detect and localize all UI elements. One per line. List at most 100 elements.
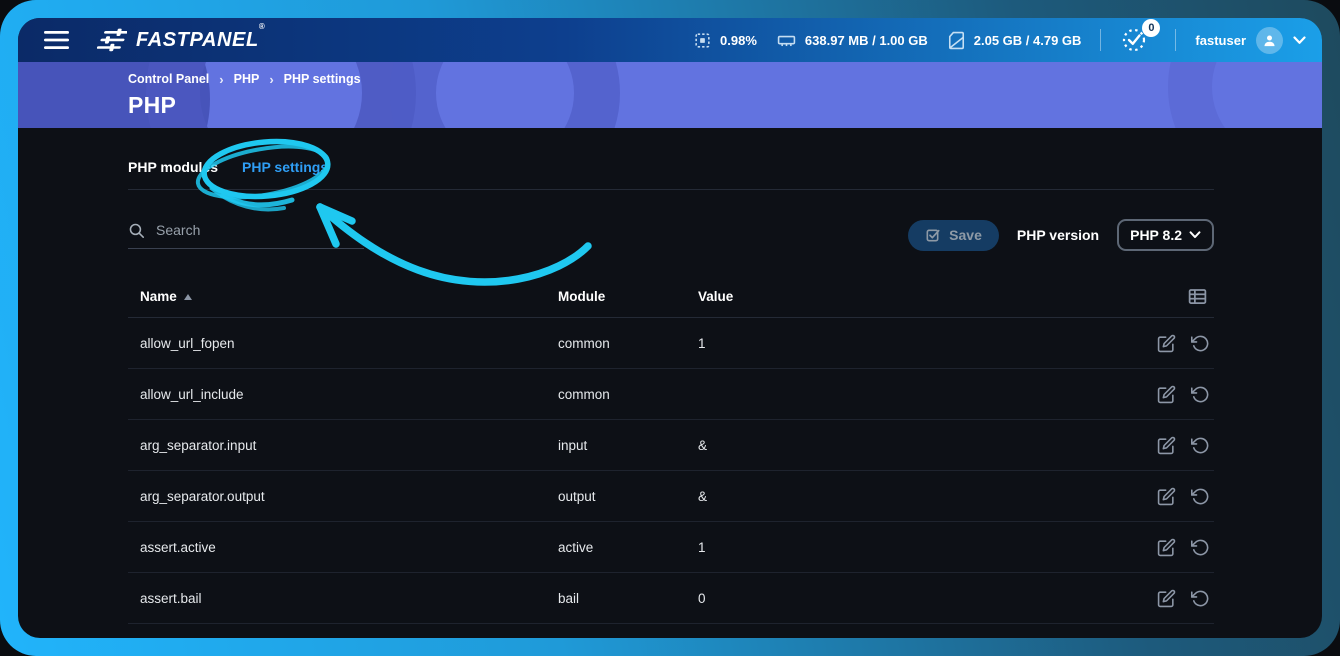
edit-icon: [1157, 487, 1176, 506]
disk-stat: 2.05 GB / 4.79 GB: [947, 31, 1082, 50]
table-row: allow_url_fopen common 1: [128, 318, 1214, 369]
disk-icon: [947, 31, 966, 50]
username: fastuser: [1195, 33, 1246, 48]
breadcrumb-php-settings: PHP settings: [284, 72, 361, 86]
decorative-circle: [390, 62, 620, 128]
table-columns-button[interactable]: [1122, 286, 1214, 307]
reset-button[interactable]: [1191, 385, 1210, 404]
edit-button[interactable]: [1157, 538, 1176, 557]
breadcrumb: Control Panel › PHP › PHP settings: [128, 72, 361, 87]
setting-value: &: [698, 489, 1122, 504]
tabs-divider: [128, 189, 1214, 190]
tab-php-modules[interactable]: PHP modules: [128, 159, 218, 179]
page-title: PHP: [128, 92, 361, 119]
breadcrumb-separator: ›: [269, 72, 273, 87]
tabs: PHP modules PHP settings: [128, 159, 1214, 179]
edit-icon: [1157, 385, 1176, 404]
user-menu[interactable]: fastuser: [1195, 27, 1306, 54]
breadcrumb-php[interactable]: PHP: [234, 72, 260, 86]
setting-module: active: [558, 540, 698, 555]
sort-asc-icon: [184, 294, 192, 300]
screenshot-frame: FASTPANEL® 0.98% 638.97 MB / 1.00 GB 2.0…: [0, 0, 1340, 656]
edit-button[interactable]: [1157, 487, 1176, 506]
cpu-icon: [693, 31, 712, 50]
decorative-circle: [1168, 62, 1322, 128]
search-field[interactable]: [128, 222, 364, 249]
table-row: assert.bail bail 0: [128, 573, 1214, 624]
php-version-select[interactable]: PHP 8.2: [1117, 219, 1214, 251]
edit-button[interactable]: [1157, 436, 1176, 455]
toolbar-right: Save PHP version PHP 8.2: [908, 219, 1214, 251]
reset-button[interactable]: [1191, 487, 1210, 506]
cpu-value: 0.98%: [720, 33, 757, 48]
search-icon: [128, 222, 145, 239]
setting-name: allow_url_include: [128, 387, 558, 402]
table-row: arg_separator.input input &: [128, 420, 1214, 471]
page-header-band: Control Panel › PHP › PHP settings PHP: [18, 62, 1322, 128]
tasks-badge: 0: [1142, 19, 1160, 37]
setting-module: output: [558, 489, 698, 504]
table-row: arg_separator.output output &: [128, 471, 1214, 522]
table-row: allow_url_include common: [128, 369, 1214, 420]
reset-button[interactable]: [1191, 334, 1210, 353]
save-check-icon: [925, 227, 941, 243]
reset-icon: [1191, 589, 1210, 608]
edit-button[interactable]: [1157, 589, 1176, 608]
reset-icon: [1191, 436, 1210, 455]
divider: [1175, 29, 1176, 51]
php-version-label: PHP version: [1017, 227, 1099, 243]
search-input[interactable]: [156, 222, 346, 238]
setting-value: 1: [698, 336, 1122, 351]
toolbar: Save PHP version PHP 8.2: [128, 219, 1214, 251]
reset-button[interactable]: [1191, 589, 1210, 608]
table-row: assert.active active 1: [128, 522, 1214, 573]
edit-button[interactable]: [1157, 385, 1176, 404]
tasks-button[interactable]: 0: [1120, 26, 1156, 54]
breadcrumb-separator: ›: [219, 72, 223, 87]
setting-name: assert.bail: [128, 591, 558, 606]
reset-button[interactable]: [1191, 538, 1210, 557]
save-label: Save: [949, 227, 982, 243]
menu-icon[interactable]: [44, 30, 70, 50]
main-content: PHP modules PHP settings Save PHP versio…: [18, 128, 1322, 624]
breadcrumb-control-panel[interactable]: Control Panel: [128, 72, 209, 86]
edit-icon: [1157, 589, 1176, 608]
setting-name: assert.active: [128, 540, 558, 555]
save-button[interactable]: Save: [908, 220, 999, 251]
table-columns-icon: [1187, 286, 1208, 307]
edit-button[interactable]: [1157, 334, 1176, 353]
page-header-text: Control Panel › PHP › PHP settings PHP: [128, 62, 361, 128]
table-header: Name Module Value: [128, 276, 1214, 318]
memory-icon: [776, 31, 797, 50]
fastpanel-logo[interactable]: FASTPANEL®: [97, 28, 265, 52]
avatar-icon: [1262, 33, 1277, 48]
column-header-module: Module: [558, 289, 698, 304]
reset-button[interactable]: [1191, 436, 1210, 455]
topbar-stats: 0.98% 638.97 MB / 1.00 GB 2.05 GB / 4.79…: [693, 26, 1306, 54]
memory-stat: 638.97 MB / 1.00 GB: [776, 31, 928, 50]
divider: [1100, 29, 1101, 51]
edit-icon: [1157, 334, 1176, 353]
reset-icon: [1191, 334, 1210, 353]
fastpanel-app: FASTPANEL® 0.98% 638.97 MB / 1.00 GB 2.0…: [18, 18, 1322, 638]
column-header-value: Value: [698, 289, 1122, 304]
setting-name: allow_url_fopen: [128, 336, 558, 351]
tab-php-settings[interactable]: PHP settings: [242, 159, 328, 179]
disk-value: 2.05 GB / 4.79 GB: [974, 33, 1082, 48]
chevron-down-icon: [1189, 231, 1201, 239]
fastpanel-logo-icon: [97, 28, 127, 52]
setting-value: &: [698, 438, 1122, 453]
setting-module: common: [558, 336, 698, 351]
setting-module: common: [558, 387, 698, 402]
topbar: FASTPANEL® 0.98% 638.97 MB / 1.00 GB 2.0…: [18, 18, 1322, 62]
edit-icon: [1157, 436, 1176, 455]
setting-name: arg_separator.input: [128, 438, 558, 453]
setting-value: 1: [698, 540, 1122, 555]
reset-icon: [1191, 385, 1210, 404]
memory-value: 638.97 MB / 1.00 GB: [805, 33, 928, 48]
column-header-name[interactable]: Name: [128, 289, 558, 304]
registered-mark: ®: [259, 22, 266, 31]
edit-icon: [1157, 538, 1176, 557]
setting-name: arg_separator.output: [128, 489, 558, 504]
cpu-stat: 0.98%: [693, 31, 757, 50]
